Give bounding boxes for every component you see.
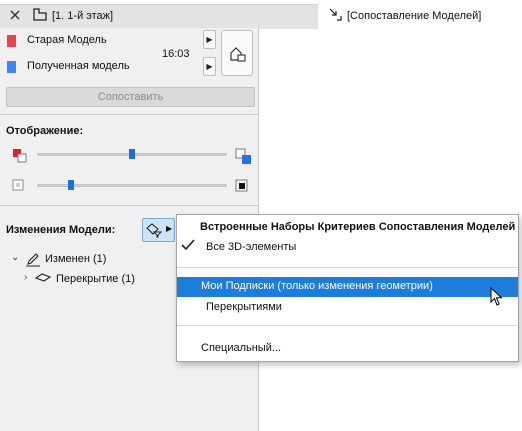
received-model-opacity-icon	[235, 148, 251, 164]
menu-item-my-subscriptions[interactable]: Мои Подписки (только изменения геометрии…	[177, 277, 518, 297]
old-model-label: Старая Модель	[27, 34, 107, 46]
received-model-color-swatch	[7, 61, 16, 73]
old-model-color-swatch	[7, 35, 16, 47]
tree-item-modified[interactable]: Изменен (1)	[45, 253, 106, 265]
tree-item-slab[interactable]: Перекрытие (1)	[56, 273, 135, 285]
received-model-select-button[interactable]: ▶	[203, 57, 216, 76]
tab-bar: [1. 1-й этаж] [Сопоставление Моделей]	[0, 0, 522, 29]
solid-square-icon	[235, 179, 248, 192]
menu-separator	[177, 325, 518, 326]
opacity-slider-2-thumb[interactable]	[68, 180, 74, 190]
menu-item-all-3d[interactable]: Все 3D-элементы	[206, 241, 296, 253]
floor-plan-icon	[33, 8, 47, 21]
tab-floor-plan-label: [1. 1-й этаж]	[52, 10, 114, 22]
tab-model-compare-label[interactable]: [Сопоставление Моделей]	[347, 9, 481, 23]
slab-icon	[35, 273, 51, 282]
opacity-slider-2-track[interactable]	[37, 184, 227, 187]
check-icon	[181, 239, 195, 251]
received-model-label: Полученная модель	[27, 60, 130, 72]
chevron-right-icon[interactable]: ›	[24, 272, 27, 283]
tab-close-icon[interactable]	[9, 9, 21, 21]
chevron-right-icon: ▶	[166, 224, 173, 233]
old-model-opacity-icon	[13, 149, 27, 163]
model-compare-icon	[329, 8, 342, 21]
menu-item-slabs[interactable]: Перекрытиями	[206, 301, 282, 313]
old-model-select-button[interactable]: ▶	[203, 30, 216, 49]
model-source-button[interactable]	[221, 30, 253, 76]
menu-item-custom[interactable]: Специальный...	[201, 342, 281, 354]
criteria-filter-button[interactable]: ▶	[142, 218, 175, 242]
divider	[0, 114, 258, 115]
menu-header: Встроенные Наборы Критериев Сопоставлени…	[200, 221, 516, 233]
menu-item-my-subscriptions-label: Мои Подписки (только изменения геометрии…	[201, 280, 433, 292]
display-section-title: Отображение:	[6, 125, 84, 137]
changes-section-title: Изменения Модели:	[6, 224, 116, 236]
building-swap-icon	[230, 47, 246, 62]
criteria-sets-menu: Встроенные Наборы Критериев Сопоставлени…	[176, 214, 519, 362]
compare-button[interactable]: Сопоставить	[6, 87, 255, 107]
mouse-cursor-icon	[490, 287, 503, 306]
compare-time: 16:03	[162, 48, 190, 60]
divider	[0, 205, 258, 206]
transparent-square-icon	[12, 179, 24, 191]
pencil-icon	[26, 253, 40, 267]
menu-separator	[177, 267, 518, 268]
filter-funnel-icon	[146, 223, 163, 238]
chevron-down-icon[interactable]: ⌄	[11, 252, 19, 263]
opacity-slider-1-thumb[interactable]	[129, 149, 135, 159]
